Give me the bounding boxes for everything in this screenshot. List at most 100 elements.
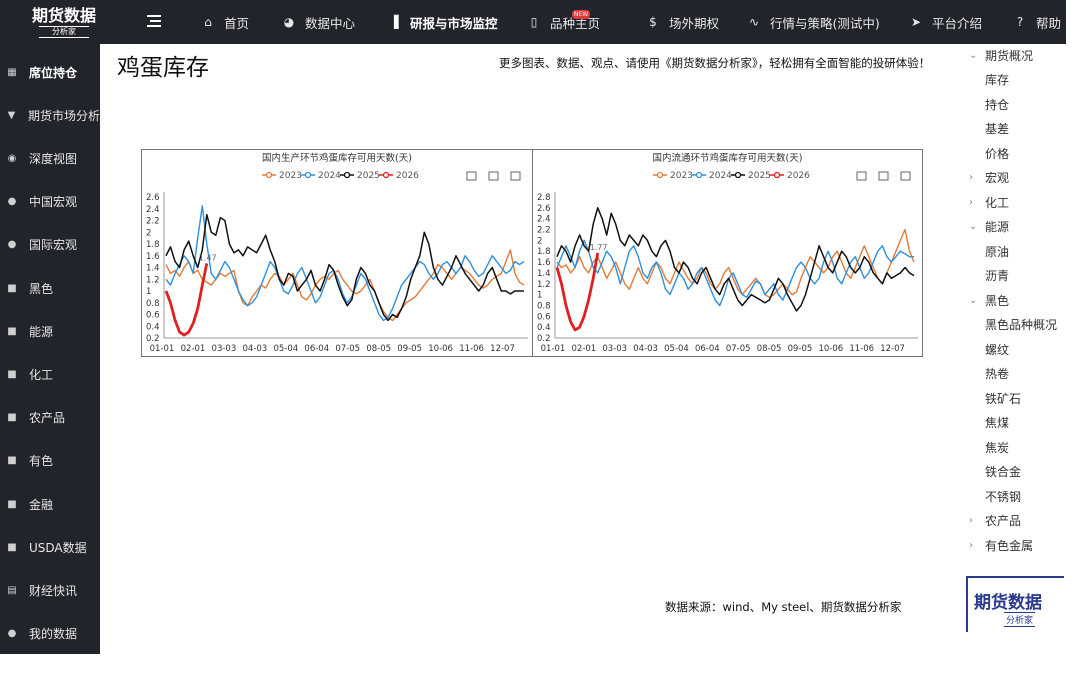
sidebar-item-6[interactable]: ■ 能源 bbox=[0, 321, 100, 341]
fullscreen-icon[interactable] bbox=[510, 171, 521, 181]
tree-item-9[interactable]: 沥青 bbox=[985, 267, 1009, 285]
series-line-2026 bbox=[164, 263, 209, 337]
tree-item-label: 期货概况 bbox=[985, 48, 1034, 63]
legend-label[interactable]: 2025 bbox=[748, 171, 771, 181]
cube-icon: ■ bbox=[7, 541, 17, 553]
sidebar-item-12[interactable]: ▤ 财经快讯 bbox=[0, 580, 100, 600]
y-tick-label: 0.6 bbox=[146, 311, 160, 321]
data-view-icon[interactable] bbox=[488, 171, 499, 181]
sidebar-item-13[interactable]: ● 我的数据 bbox=[0, 624, 100, 644]
tree-item-5[interactable]: › 宏观 bbox=[969, 169, 1009, 187]
nav-item-1[interactable]: ◕ 数据中心 bbox=[281, 0, 355, 44]
nav-item-5[interactable]: ∿ 行情与策略(测试中) bbox=[746, 0, 880, 44]
sidebar-item-8[interactable]: ■ 农产品 bbox=[0, 408, 100, 428]
tree-item-16[interactable]: 焦炭 bbox=[985, 438, 1009, 456]
x-tick-label: 05-04 bbox=[273, 344, 298, 354]
y-tick-label: 2.6 bbox=[146, 193, 160, 203]
sidebar-item-label: 中国宏观 bbox=[29, 195, 78, 210]
chart-production-svg: 国内生产环节鸡蛋库存可用天数(天)2023 2024 2025 20260.20.40… bbox=[146, 152, 528, 354]
legend-label[interactable]: 2026 bbox=[396, 171, 419, 181]
tree-item-12[interactable]: 螺纹 bbox=[985, 340, 1009, 358]
sidebar-item-label: 能源 bbox=[29, 324, 54, 339]
legend-label[interactable]: 2023 bbox=[279, 171, 302, 181]
sidebar-item-2[interactable]: ◉ 深度视图 bbox=[0, 148, 100, 168]
x-tick-label: 03-03 bbox=[212, 344, 237, 354]
data-view-icon-shape bbox=[488, 171, 499, 181]
logo[interactable]: 期货数据 分析家 bbox=[27, 7, 101, 39]
tree-item-3[interactable]: 基差 bbox=[985, 120, 1009, 138]
nav-item-label: 平台介绍 bbox=[932, 15, 983, 31]
x-tick-label: 12-07 bbox=[490, 344, 515, 354]
legend-label[interactable]: 2023 bbox=[670, 171, 693, 181]
tree-item-1[interactable]: 库存 bbox=[985, 71, 1009, 89]
pulse-icon: ∿ bbox=[748, 15, 760, 29]
menu-toggle-icon[interactable] bbox=[146, 13, 162, 29]
nav-item-0[interactable]: ⌂ 首页 bbox=[200, 0, 249, 44]
sidebar-item-label: 我的数据 bbox=[29, 627, 78, 642]
chevron-right-icon: › bbox=[969, 172, 973, 183]
sidebar-item-0[interactable]: ▦ 席位持仓 bbox=[0, 62, 100, 82]
data-view-icon[interactable] bbox=[878, 171, 889, 181]
fullscreen-icon[interactable] bbox=[900, 171, 911, 181]
sidebar-item-9[interactable]: ■ 有色 bbox=[0, 451, 100, 471]
x-tick-label: 12-07 bbox=[880, 344, 905, 354]
sidebar-item-4[interactable]: ● 国际宏观 bbox=[0, 235, 100, 255]
tree-item-20[interactable]: › 有色金属 bbox=[969, 536, 1033, 554]
logo-main-text: 期货数据 bbox=[31, 6, 96, 25]
x-tick-label: 01-01 bbox=[541, 344, 566, 354]
tree-item-6[interactable]: › 化工 bbox=[969, 193, 1009, 211]
tree-item-13[interactable]: 热卷 bbox=[985, 365, 1009, 383]
legend-label[interactable]: 2026 bbox=[787, 171, 810, 181]
legend-swatch-dot bbox=[265, 171, 273, 179]
promo-text[interactable]: 更多图表、数据、观点、请使用《期货数据分析家》，轻松拥有全面智能的投研体验！ bbox=[499, 55, 930, 71]
tree-item-7[interactable]: ⌄ 能源 bbox=[969, 218, 1009, 236]
nav-item-7[interactable]: ? 帮助 bbox=[1012, 0, 1061, 44]
tree-item-8[interactable]: 原油 bbox=[985, 242, 1009, 260]
chart-circulation-inventory: 国内流通环节鸡蛋库存可用天数(天) 2023 2024 2025 2026 0.2 0.4 0… bbox=[532, 149, 923, 357]
y-tick-label: 0.2 bbox=[146, 334, 160, 344]
sidebar-item-1[interactable]: ▼ 期货市场分析 bbox=[0, 105, 100, 125]
data-view-icon-shape bbox=[878, 171, 889, 181]
tree-item-14[interactable]: 铁矿石 bbox=[985, 389, 1021, 407]
tree-item-15[interactable]: 焦煤 bbox=[985, 414, 1009, 432]
restore-icon[interactable] bbox=[466, 171, 477, 181]
filter-icon: ▼ bbox=[7, 109, 16, 121]
restore-icon[interactable] bbox=[856, 171, 867, 181]
tree-item-10[interactable]: ⌄ 黑色 bbox=[969, 291, 1009, 309]
nav-item-3[interactable]: ▯ 品种主页 NEW bbox=[526, 0, 600, 44]
nav-item-4[interactable]: $ 场外期权 bbox=[645, 0, 719, 44]
tree-item-19[interactable]: › 农产品 bbox=[969, 512, 1021, 530]
last-value-label: 1.77 bbox=[590, 243, 608, 252]
tree-item-11[interactable]: 黑色品种概况 bbox=[985, 316, 1057, 334]
legend-swatch-dot bbox=[734, 171, 742, 179]
chevron-down-icon: ⌄ bbox=[969, 294, 978, 306]
tree-item-label: 原油 bbox=[985, 244, 1010, 259]
legend-label[interactable]: 2024 bbox=[709, 171, 732, 181]
sidebar-item-3[interactable]: ● 中国宏观 bbox=[0, 192, 100, 212]
sidebar-item-5[interactable]: ■ 黑色 bbox=[0, 278, 100, 298]
sidebar-item-label: 黑色 bbox=[29, 281, 54, 296]
tree-item-0[interactable]: ⌄ 期货概况 bbox=[969, 46, 1033, 64]
tree-item-17[interactable]: 铁合金 bbox=[985, 463, 1021, 481]
y-tick-label: 1.8 bbox=[146, 240, 160, 250]
x-tick-label: 08-05 bbox=[366, 344, 391, 354]
sidebar-item-label: 财经快讯 bbox=[29, 583, 78, 598]
nav-item-6[interactable]: ➤ 平台介绍 bbox=[908, 0, 982, 44]
tree-item-2[interactable]: 持仓 bbox=[985, 95, 1009, 113]
sidebar-item-11[interactable]: ■ USDA数据 bbox=[0, 537, 100, 557]
nav-item-2[interactable]: ▐ 研报与市场监控 bbox=[386, 0, 497, 44]
help-icon: ? bbox=[1016, 15, 1024, 29]
tree-item-18[interactable]: 不锈钢 bbox=[985, 487, 1021, 505]
sidebar-item-label: 金融 bbox=[29, 497, 54, 512]
legend-label[interactable]: 2025 bbox=[357, 171, 380, 181]
cube-icon: ■ bbox=[7, 282, 17, 294]
bar-chart-icon: ▐ bbox=[389, 15, 399, 29]
x-tick-label: 09-05 bbox=[397, 344, 422, 354]
legend-label[interactable]: 2024 bbox=[318, 171, 341, 181]
series-line-2025 bbox=[556, 207, 915, 312]
sidebar-item-label: 农产品 bbox=[29, 411, 66, 426]
tree-item-4[interactable]: 价格 bbox=[985, 144, 1009, 162]
sidebar-item-10[interactable]: ■ 金融 bbox=[0, 494, 100, 514]
tree-item-label: 农产品 bbox=[985, 514, 1022, 528]
sidebar-item-7[interactable]: ■ 化工 bbox=[0, 364, 100, 384]
